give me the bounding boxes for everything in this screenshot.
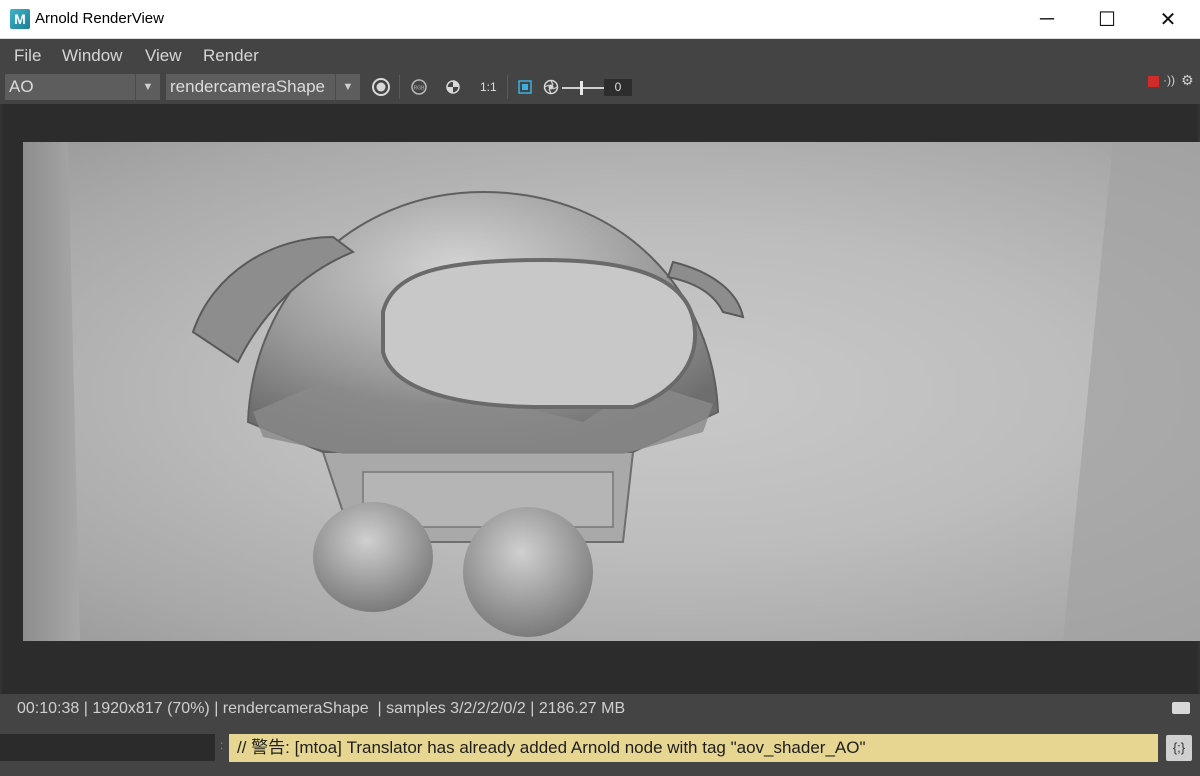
script-editor-button[interactable]: {;} [1166,735,1192,761]
menu-bar: File Window View Render [0,39,1200,71]
menu-view[interactable]: View [145,46,182,66]
menu-render[interactable]: Render [203,46,259,66]
slider-track [562,87,604,89]
rgb-channel-icon[interactable]: RGB [408,76,430,98]
render-status-text: 00:10:38 | 1920x817 (70%) | rendercamera… [17,700,626,717]
ratio-button[interactable]: 1:1 [480,80,497,94]
close-button[interactable]: ✕ [1138,0,1198,38]
title-bar: M Arnold RenderView ─ ☐ ✕ [0,0,1200,39]
svg-text:RGB: RGB [414,86,426,92]
command-input[interactable] [0,734,215,761]
toolbar-separator [507,75,508,99]
toolbar-separator [399,75,400,99]
exposure-slider[interactable] [562,81,604,95]
render-image[interactable] [23,142,1200,641]
render-icon[interactable] [370,76,392,98]
window-title: Arnold RenderView [35,10,164,27]
warning-message: // 警告: [mtoa] Translator has already add… [229,734,1158,762]
speaker-icon[interactable]: ·)) [1163,73,1175,87]
toolbar: AO ▼ rendercameraShape ▼ RGB 1:1 0 ·)) ⚙ [0,71,1200,104]
gear-icon[interactable]: ⚙ [1181,72,1194,89]
command-divider: : [220,738,224,752]
chevron-down-icon: ▼ [135,74,160,100]
camera-select-value: rendercameraShape [170,77,325,96]
minimize-button[interactable]: ─ [1017,0,1077,38]
slider-handle[interactable] [580,81,583,95]
status-bar: 00:10:38 | 1920x817 (70%) | rendercamera… [0,696,1200,722]
exposure-icon[interactable] [540,76,562,98]
crop-region-icon[interactable] [514,76,536,98]
exposure-value-field[interactable]: 0 [604,79,632,96]
aov-select-value: AO [9,77,34,96]
command-bar: : // 警告: [mtoa] Translator has already a… [0,722,1200,776]
stop-render-icon[interactable] [1148,76,1159,87]
render-scene [23,142,1200,641]
maya-logo-icon: M [10,9,30,29]
menu-window[interactable]: Window [62,46,122,66]
snapshot-icon[interactable] [1172,702,1190,714]
camera-select[interactable]: rendercameraShape ▼ [166,74,360,100]
isolate-icon[interactable] [442,76,464,98]
chevron-down-icon: ▼ [335,74,360,100]
aov-select[interactable]: AO ▼ [5,74,160,100]
menu-file[interactable]: File [14,46,41,66]
maximize-button[interactable]: ☐ [1077,0,1137,38]
